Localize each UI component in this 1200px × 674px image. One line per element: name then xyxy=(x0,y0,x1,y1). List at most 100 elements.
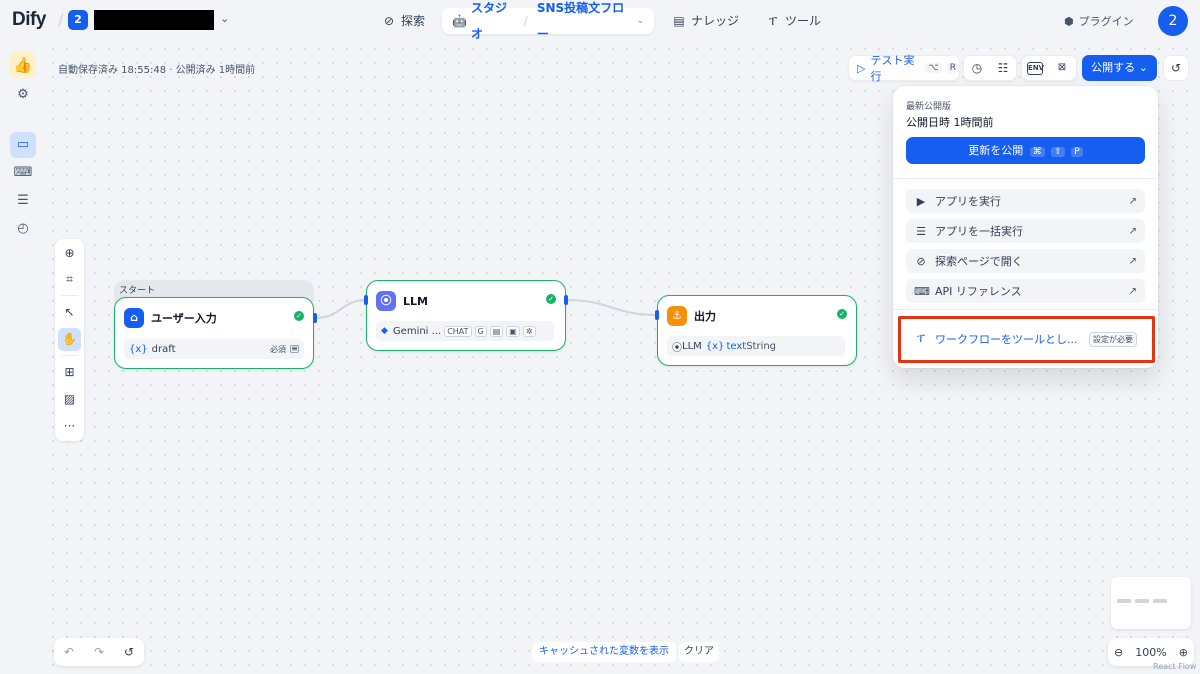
check-icon: ✓ xyxy=(837,309,847,319)
menu-item-run-app[interactable]: ▶ アプリを実行 ↗ xyxy=(906,189,1145,213)
hand-icon[interactable]: ✋ xyxy=(58,328,81,351)
plugin-button[interactable]: ⬢ プラグイン xyxy=(1064,13,1134,29)
latest-version-label: 最新公開版 xyxy=(906,102,952,112)
publish-button[interactable]: 公開する ⌄ xyxy=(1082,55,1157,81)
env-icon[interactable]: ENV xyxy=(1027,61,1044,75)
menu-item-label: API リファレンス xyxy=(935,285,1022,298)
variable-icon[interactable]: ⊠ xyxy=(1053,59,1071,77)
minimap[interactable] xyxy=(1111,577,1191,629)
menu-item-batch-run[interactable]: ☰ アプリを一括実行 ↗ xyxy=(906,219,1145,243)
nav-knowledge[interactable]: ▤ ナレッジ xyxy=(662,8,749,34)
node-input-handle[interactable] xyxy=(655,310,659,320)
terminal-icon[interactable]: ⌨ xyxy=(10,160,36,186)
test-run-button[interactable]: ▷ テスト実行 ⌥ R xyxy=(848,54,960,83)
check-icon: ✓ xyxy=(546,294,556,304)
undo-icon[interactable]: ↶ xyxy=(64,645,74,659)
robot-icon: 🤖 xyxy=(452,14,467,28)
dify-logo[interactable]: Dify xyxy=(12,9,46,31)
node-llm[interactable]: ⦿ LLM ✓ ◆ Gemini ... CHAT G ▤ ▣ ✲ xyxy=(366,280,566,351)
chevron-down-icon[interactable]: ⌄ xyxy=(636,8,644,34)
export-image-icon[interactable]: ▨ xyxy=(58,388,81,411)
clear-button[interactable]: クリア xyxy=(679,642,719,662)
terminal-icon: ⌨ xyxy=(914,284,930,298)
nav-explore[interactable]: ⊘ 探索 xyxy=(372,8,435,34)
react-flow-attribution: React Flow xyxy=(1153,662,1197,671)
cube-icon: ⬢ xyxy=(1064,14,1074,28)
document-icon: ▤ xyxy=(489,325,504,337)
zoom-in-icon[interactable]: ⊕ xyxy=(1179,646,1188,659)
node-title-label: LLM xyxy=(403,294,428,308)
history-icon[interactable]: ↺ xyxy=(124,645,134,659)
source-node: LLM xyxy=(682,340,702,352)
zoom-level[interactable]: 100% xyxy=(1135,646,1166,659)
zoom-out-icon[interactable]: ⊖ xyxy=(1114,646,1123,659)
nav-explore-label: 探索 xyxy=(401,14,426,28)
pointer-icon[interactable]: ↖ xyxy=(58,301,81,324)
chevron-down-icon: ⌄ xyxy=(1138,61,1148,74)
published-time: 公開日時 1時間前 xyxy=(906,116,994,129)
external-link-icon: ↗ xyxy=(1128,195,1137,207)
compass-icon: ⊘ xyxy=(916,254,926,268)
menu-item-open-explore[interactable]: ⊘ 探索ページで開く ↗ xyxy=(906,249,1145,273)
nav-studio[interactable]: 🤖 スタジオ / SNS投稿文フロー ⌄ xyxy=(442,1,654,41)
book-icon: ▤ xyxy=(673,14,685,28)
organize-icon[interactable]: ⊞ xyxy=(58,361,81,384)
gemini-icon: ◆ xyxy=(381,326,388,336)
monitor-icon[interactable]: ◴ xyxy=(10,216,36,242)
app-icon[interactable]: 👍 xyxy=(10,52,36,78)
shortcut-key: ⌘ xyxy=(1029,147,1045,157)
workspace-badge[interactable]: 2 xyxy=(68,10,88,30)
node-user-input[interactable]: ⌂ ユーザー入力 ✓ {x} draft 必須 ≡ xyxy=(114,297,314,369)
node-input-handle[interactable] xyxy=(364,295,368,305)
external-link-icon: ↗ xyxy=(1128,225,1137,237)
log-icon[interactable]: ☰ xyxy=(10,188,36,214)
node-output-handle[interactable] xyxy=(564,295,568,305)
model-row[interactable]: ◆ Gemini ... CHAT G ▤ ▣ ✲ xyxy=(376,321,554,341)
required-label: 必須 xyxy=(270,344,286,354)
menu-item-api-reference[interactable]: ⌨ API リファレンス ↗ xyxy=(906,279,1145,303)
redo-icon[interactable]: ↷ xyxy=(94,645,104,659)
app-name[interactable]: SNS投稿文フロー xyxy=(537,0,628,47)
shortcut-key: ⌥ xyxy=(925,63,942,73)
top-bar: Dify / 2 ⌄ ⊘ 探索 🤖 スタジオ / SNS投稿文フロー ⌄ ▤ ナ… xyxy=(0,0,1200,42)
minimap-node xyxy=(1135,599,1149,603)
plugin-label: プラグイン xyxy=(1078,15,1134,28)
workspace-name-redacted[interactable] xyxy=(94,10,214,30)
output-variable-row[interactable]: ⦿ LLM {x} text String xyxy=(667,336,845,356)
orchestrate-icon[interactable]: ▭ xyxy=(10,132,36,158)
model-name: Gemini ... xyxy=(392,325,442,337)
checklist-icon[interactable]: ☷ xyxy=(994,59,1012,77)
node-output-handle[interactable] xyxy=(313,313,317,323)
add-note-icon[interactable]: ⌗ xyxy=(58,268,81,291)
avatar[interactable]: 2 xyxy=(1158,6,1188,36)
divider xyxy=(61,295,78,296)
menu-item-label: 探索ページで開く xyxy=(935,255,1023,268)
highlight-box xyxy=(898,316,1155,363)
node-title: ⚓ 出力 xyxy=(667,306,716,326)
play-icon: ▷ xyxy=(857,61,866,75)
nav-tools[interactable]: ፐ ツール xyxy=(756,8,831,34)
input-variable-row[interactable]: {x} draft 必須 ≡ xyxy=(124,339,304,359)
more-icon[interactable]: ··· xyxy=(58,415,81,438)
run-history-icon[interactable]: ◷ xyxy=(968,59,986,77)
variable-name: text xyxy=(726,340,747,352)
update-publish-button[interactable]: 更新を公開 ⌘ ⇧ P xyxy=(906,137,1145,164)
test-run-label: テスト実行 xyxy=(870,54,915,83)
node-output[interactable]: ⚓ 出力 ✓ ⦿ LLM {x} text String xyxy=(657,295,857,366)
show-cached-variables-button[interactable]: キャッシュされた変数を表示 xyxy=(532,642,676,662)
add-node-icon[interactable]: ⊕ xyxy=(58,242,81,265)
hammer-icon: ፐ xyxy=(768,14,778,28)
shortcut-key: R xyxy=(946,63,959,73)
chevron-down-icon[interactable]: ⌄ xyxy=(220,12,229,25)
update-publish-label: 更新を公開 xyxy=(968,144,1024,157)
sliders-icon[interactable]: ⚙ xyxy=(10,82,36,108)
llm-small-icon: ⦿ xyxy=(672,342,682,354)
version-history-button[interactable]: ↺ xyxy=(1163,55,1189,81)
publish-label: 公開する xyxy=(1091,61,1136,74)
canvas-toolbox: ⊕ ⌗ ↖ ✋ ⊞ ▨ ··· xyxy=(55,239,84,441)
run-tools-group: ◷ ☷ xyxy=(963,55,1017,81)
external-link-icon: ↗ xyxy=(1128,255,1137,267)
check-icon: ✓ xyxy=(294,311,304,321)
nav-knowledge-label: ナレッジ xyxy=(691,14,740,28)
undo-redo-group: ↶ ↷ ↺ xyxy=(54,638,144,666)
